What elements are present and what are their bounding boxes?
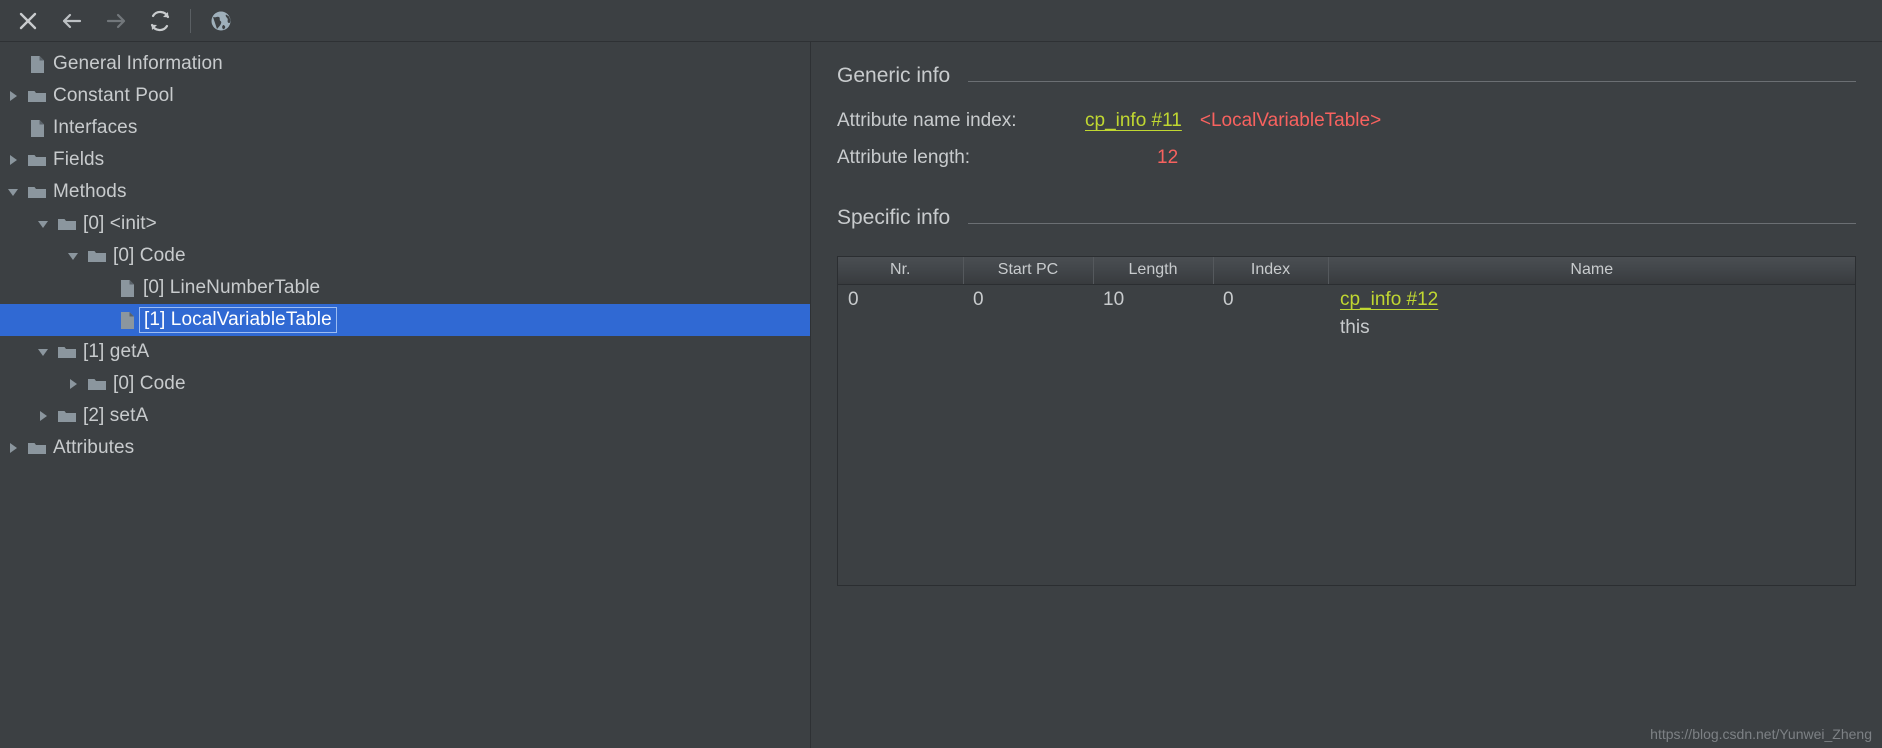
main-split: General Information Constant Pool Interfac…	[0, 42, 1882, 748]
table-row[interactable]: 0 0 10 0 cp_info #12 this	[838, 284, 1855, 342]
jclasslib-window: General Information Constant Pool Interfac…	[0, 0, 1882, 748]
folder-icon	[24, 152, 50, 168]
toolbar	[0, 0, 1882, 42]
tree-node-label: Attributes	[53, 437, 135, 458]
cell-index: 0	[1223, 288, 1234, 310]
attribute-length-value: 12	[1157, 147, 1179, 168]
tree-node-9[interactable]: [1] getA	[0, 336, 810, 368]
column-header-index[interactable]: Index	[1213, 257, 1329, 285]
cp-info-12-link[interactable]: cp_info #12	[1340, 289, 1845, 311]
table-body: 0 0 10 0 cp_info #12 this	[838, 284, 1855, 342]
file-icon	[114, 311, 140, 330]
table-header: Nr. Start PC Length Index Name	[838, 257, 1855, 285]
tree-node-label: General Information	[53, 53, 223, 74]
file-icon	[114, 279, 140, 298]
tree-node-0[interactable]: General Information	[0, 48, 810, 80]
specific-info-rule	[968, 222, 1856, 224]
column-header-start-pc[interactable]: Start PC	[963, 257, 1094, 285]
chevron-down-icon[interactable]	[62, 249, 84, 263]
tree-node-label: Constant Pool	[53, 85, 174, 106]
tree-node-10[interactable]: [0] Code	[0, 368, 810, 400]
attribute-name-index-value: cp_info #11 <LocalVariableTable>	[1077, 110, 1381, 132]
attribute-name-index-row: Attribute name index: cp_info #11 <Local…	[837, 110, 1856, 147]
attribute-length-label: Attribute length:	[837, 147, 971, 168]
attribute-detail-pane: Generic info Attribute name index: cp_in…	[810, 42, 1882, 748]
chevron-right-icon[interactable]	[32, 409, 54, 423]
local-variable-table-wrap[interactable]: Nr. Start PC Length Index Name 0 0 10 0	[837, 256, 1856, 586]
cell-length: 10	[1103, 288, 1125, 310]
file-icon	[24, 55, 50, 74]
tree-node-11[interactable]: [2] setA	[0, 400, 810, 432]
generic-info-table: Attribute name index: cp_info #11 <Local…	[837, 110, 1856, 184]
folder-icon	[84, 248, 110, 264]
folder-icon	[24, 88, 50, 104]
tree-node-6[interactable]: [0] Code	[0, 240, 810, 272]
chevron-down-icon[interactable]	[32, 345, 54, 359]
specific-info-title: Specific info	[837, 206, 951, 229]
close-icon[interactable]	[6, 3, 50, 39]
tree-node-label: [0] Code	[113, 245, 186, 266]
toolbar-divider	[190, 8, 191, 33]
tree-node-label: Interfaces	[53, 117, 138, 138]
forward-arrow-icon[interactable]	[94, 3, 138, 39]
tree-node-2[interactable]: Interfaces	[0, 112, 810, 144]
cell-start-pc: 0	[973, 288, 984, 310]
chevron-right-icon[interactable]	[2, 441, 24, 455]
generic-info-rule	[968, 80, 1856, 82]
chevron-down-icon[interactable]	[2, 185, 24, 199]
tree-node-12[interactable]: Attributes	[0, 432, 810, 464]
folder-icon	[54, 344, 80, 360]
cp-info-11-link[interactable]: cp_info #11	[1085, 110, 1182, 132]
chevron-right-icon[interactable]	[2, 153, 24, 167]
tree-node-label: [1] LocalVariableTable	[139, 307, 337, 333]
column-header-name[interactable]: Name	[1328, 257, 1855, 285]
tree-node-label: [0] Code	[113, 373, 186, 394]
folder-icon	[84, 376, 110, 392]
reload-icon[interactable]	[138, 3, 182, 39]
specific-info-header: Specific info	[837, 206, 1856, 230]
file-icon	[24, 119, 50, 138]
tree-node-label: Fields	[53, 149, 105, 170]
tree-node-8[interactable]: [1] LocalVariableTable	[0, 304, 810, 336]
class-structure-tree[interactable]: General Information Constant Pool Interfac…	[0, 42, 810, 748]
tree-node-5[interactable]: [0] <init>	[0, 208, 810, 240]
folder-icon	[24, 184, 50, 200]
folder-icon	[54, 216, 80, 232]
generic-info-title: Generic info	[837, 64, 951, 87]
attribute-name-annotation: <LocalVariableTable>	[1199, 110, 1382, 131]
attribute-length-value-wrap: 12	[1077, 147, 1178, 169]
tree-node-label: [0] LineNumberTable	[143, 277, 321, 298]
cell-name-sub: this	[1340, 316, 1370, 338]
watermark: https://blog.csdn.net/Yunwei_Zheng	[1650, 726, 1872, 742]
tree-node-4[interactable]: Methods	[0, 176, 810, 208]
folder-icon	[24, 440, 50, 456]
local-variable-table[interactable]: Nr. Start PC Length Index Name 0 0 10 0	[838, 257, 1855, 342]
chevron-right-icon[interactable]	[62, 377, 84, 391]
table-header-row: Nr. Start PC Length Index Name	[838, 257, 1855, 285]
chevron-down-icon[interactable]	[32, 217, 54, 231]
generic-info-header: Generic info	[837, 64, 1856, 88]
column-header-nr[interactable]: Nr.	[838, 257, 964, 285]
attribute-name-index-label: Attribute name index:	[837, 110, 1017, 131]
tree-node-label: [0] <init>	[83, 213, 157, 234]
back-arrow-icon[interactable]	[50, 3, 94, 39]
cell-name: cp_info #12 this	[1328, 284, 1855, 342]
tree-node-7[interactable]: [0] LineNumberTable	[0, 272, 810, 304]
tree-node-label: Methods	[53, 181, 127, 202]
attribute-length-row: Attribute length: 12	[837, 147, 1856, 184]
folder-icon	[54, 408, 80, 424]
column-header-length[interactable]: Length	[1093, 257, 1214, 285]
tree-node-label: [1] getA	[83, 341, 150, 362]
tree-node-1[interactable]: Constant Pool	[0, 80, 810, 112]
chevron-right-icon[interactable]	[2, 89, 24, 103]
browse-web-icon[interactable]	[199, 3, 243, 39]
cell-nr: 0	[848, 288, 859, 310]
tree-node-3[interactable]: Fields	[0, 144, 810, 176]
tree-node-label: [2] setA	[83, 405, 149, 426]
